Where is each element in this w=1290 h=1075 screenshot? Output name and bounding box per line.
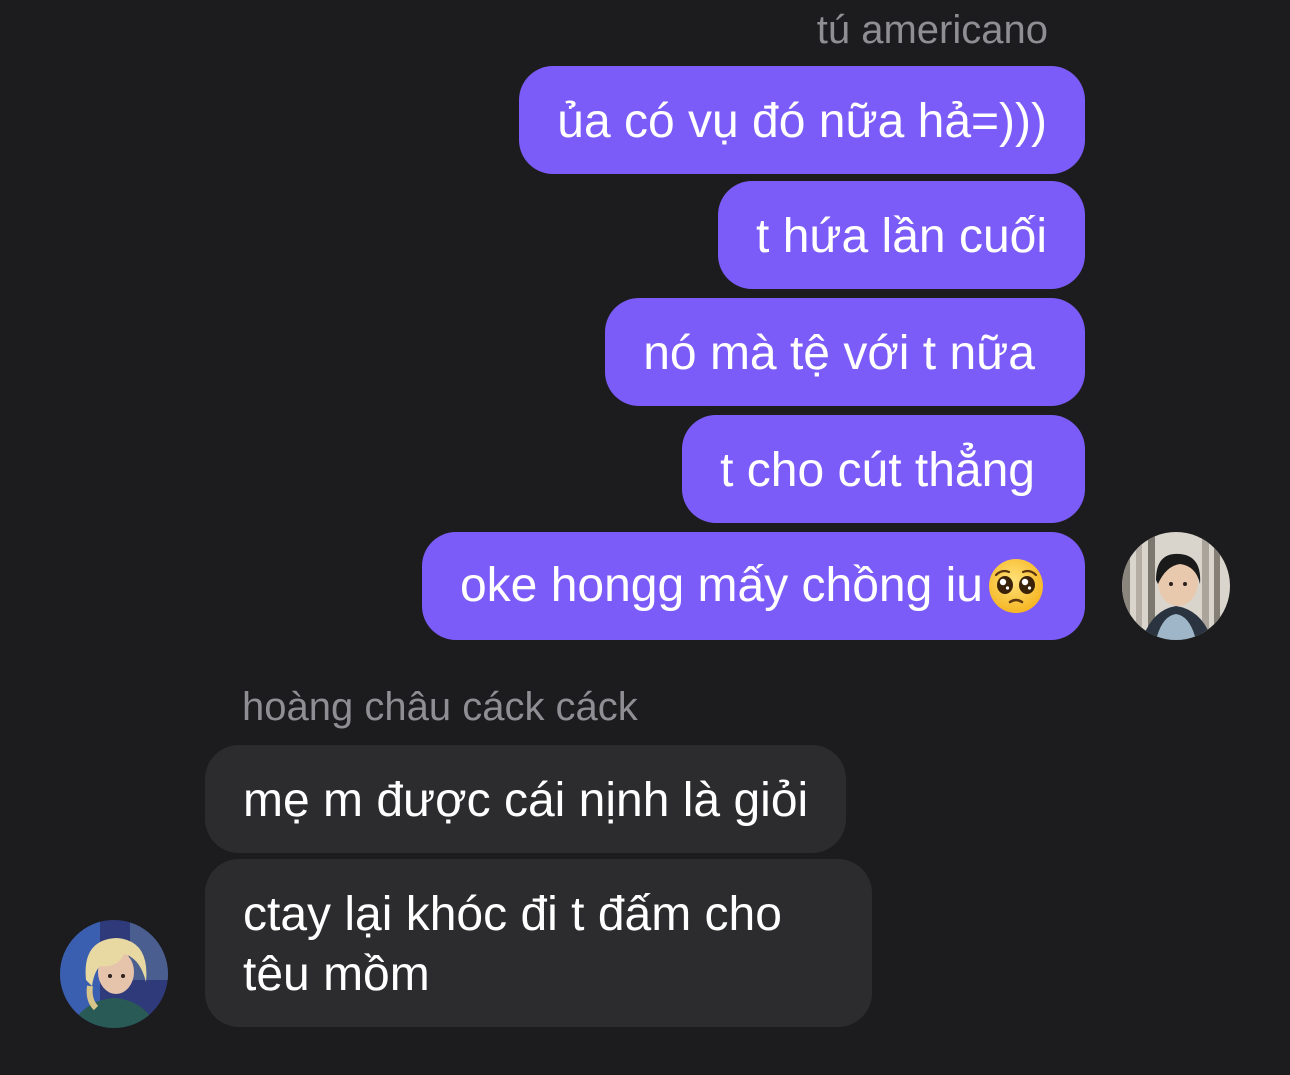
- incoming-message-bubble[interactable]: ctay lại khóc đi t đấm cho têu mồm: [205, 859, 872, 1027]
- message-text: mẹ m được cái nịnh là giỏi: [243, 774, 809, 828]
- outgoing-message-bubble[interactable]: ủa có vụ đó nữa hả=))): [519, 66, 1085, 174]
- outgoing-sender-avatar[interactable]: [1122, 532, 1230, 640]
- message-text: oke hongg mấy chồng iu: [459, 559, 983, 613]
- incoming-message-bubble[interactable]: mẹ m được cái nịnh là giỏi: [205, 745, 847, 853]
- outgoing-sender-name: tú americano: [816, 8, 1048, 52]
- profile-photo-icon: [1122, 532, 1230, 640]
- chat-thread: tú americano ủa có vụ đó nữa hả=))) t hứ…: [0, 0, 1290, 1075]
- message-text: nó mà tệ với t nữa: [643, 327, 1035, 381]
- message-text: ủa có vụ đó nữa hả=))): [557, 95, 1047, 149]
- pleading-face-emoji: [989, 559, 1043, 614]
- message-text: t hứa lần cuối: [756, 210, 1047, 264]
- message-text: t cho cút thẳng: [720, 444, 1035, 498]
- incoming-sender-avatar[interactable]: [60, 920, 168, 1028]
- message-text: ctay lại khóc đi t đấm cho têu mồm: [243, 888, 782, 1001]
- outgoing-message-bubble[interactable]: t cho cút thẳng: [682, 415, 1085, 523]
- incoming-sender-name: hoàng châu cáck cáck: [242, 685, 638, 729]
- outgoing-message-bubble[interactable]: oke hongg mấy chồng iu: [421, 532, 1085, 640]
- outgoing-message-bubble[interactable]: t hứa lần cuối: [718, 181, 1085, 289]
- outgoing-message-bubble[interactable]: nó mà tệ với t nữa: [605, 298, 1085, 406]
- profile-photo-icon: [60, 920, 168, 1028]
